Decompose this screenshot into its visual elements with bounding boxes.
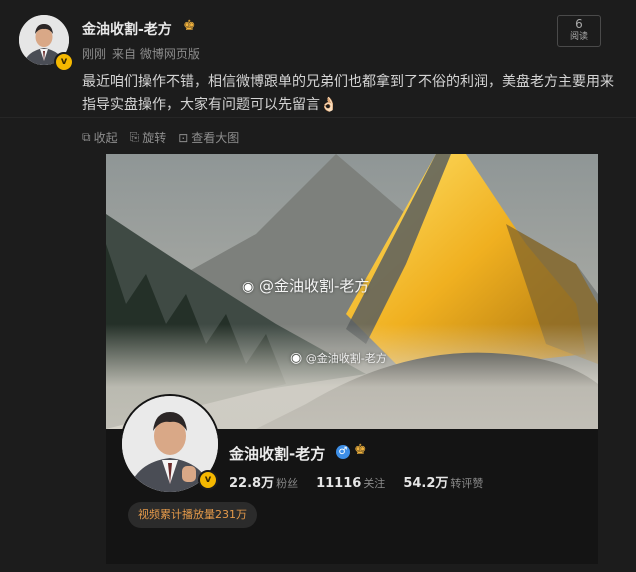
weibo-logo-icon: ◉ <box>242 279 255 295</box>
post-meta: 刚刚 来自 微博网页版 <box>82 45 206 62</box>
stat-label: 转评赞 <box>450 477 484 490</box>
collapse-icon: ⧉ <box>82 130 91 144</box>
view-large-label: 查看大图 <box>191 131 240 145</box>
stat-label: 粉丝 <box>276 477 299 490</box>
card-stats: 22.8万 粉丝 11116 关注 54.2万 转评赞 <box>229 472 483 491</box>
view-large-button[interactable]: ⊡ 查看大图 <box>178 129 239 146</box>
collapse-label: 收起 <box>93 131 118 145</box>
stat-label: 关注 <box>363 477 386 490</box>
watermark-small: ◉ @金油收割-老方 <box>290 350 387 366</box>
view-large-icon: ⊡ <box>178 130 189 145</box>
rotate-label: 旋转 <box>142 131 167 145</box>
card-name: 金油收割-老方 <box>229 445 326 463</box>
weibo-logo-icon: ◉ <box>290 350 303 366</box>
collapse-button[interactable]: ⧉ 收起 <box>82 129 118 146</box>
post-text: 最近咱们操作不错，相信微博跟单的兄弟们也都拿到了不俗的利润，美盘老方主要用来指导… <box>82 74 614 113</box>
watermark-large-text: @金油收割-老方 <box>259 277 370 295</box>
gender-male-icon: ♂ <box>336 445 350 459</box>
rotate-icon: ⎘ <box>129 130 140 144</box>
stat-value: 22.8万 <box>229 476 275 491</box>
crown-icon: ♚ <box>183 18 196 34</box>
watermark-large: ◉ @金油收割-老方 <box>242 275 369 296</box>
divider <box>0 117 636 118</box>
stat-fans: 22.8万 粉丝 <box>229 472 298 491</box>
read-label: 阅读 <box>569 32 588 42</box>
stat-value: 54.2万 <box>403 476 449 491</box>
watermark-small-text: @金油收割-老方 <box>305 352 387 365</box>
author-name[interactable]: 金油收割-老方 <box>82 19 172 39</box>
play-count-badge: 视频累计播放量231万 <box>128 502 257 528</box>
post-time[interactable]: 刚刚 <box>82 47 106 61</box>
post-source: 来自 微博网页版 <box>112 47 200 61</box>
stat-engagement: 54.2万 转评赞 <box>403 472 483 491</box>
stat-following: 11116 关注 <box>316 472 385 491</box>
rotate-button[interactable]: ⎘ 旋转 <box>130 129 167 146</box>
image-toolbar: ⧉ 收起 ⎘ 旋转 ⊡ 查看大图 <box>82 129 239 146</box>
read-count-box: 6 阅读 <box>557 15 601 47</box>
card-verified-badge-icon: v <box>198 470 218 490</box>
stat-value: 11116 <box>316 476 362 491</box>
crown-icon: ♚ <box>354 442 367 458</box>
verified-badge-icon: v <box>54 52 74 72</box>
read-count: 6 <box>575 17 583 31</box>
post-image[interactable]: ◉ @金油收割-老方 ◉ @金油收割-老方 v 金油收割-老方 ♂ ♚ 22.8… <box>106 154 598 564</box>
